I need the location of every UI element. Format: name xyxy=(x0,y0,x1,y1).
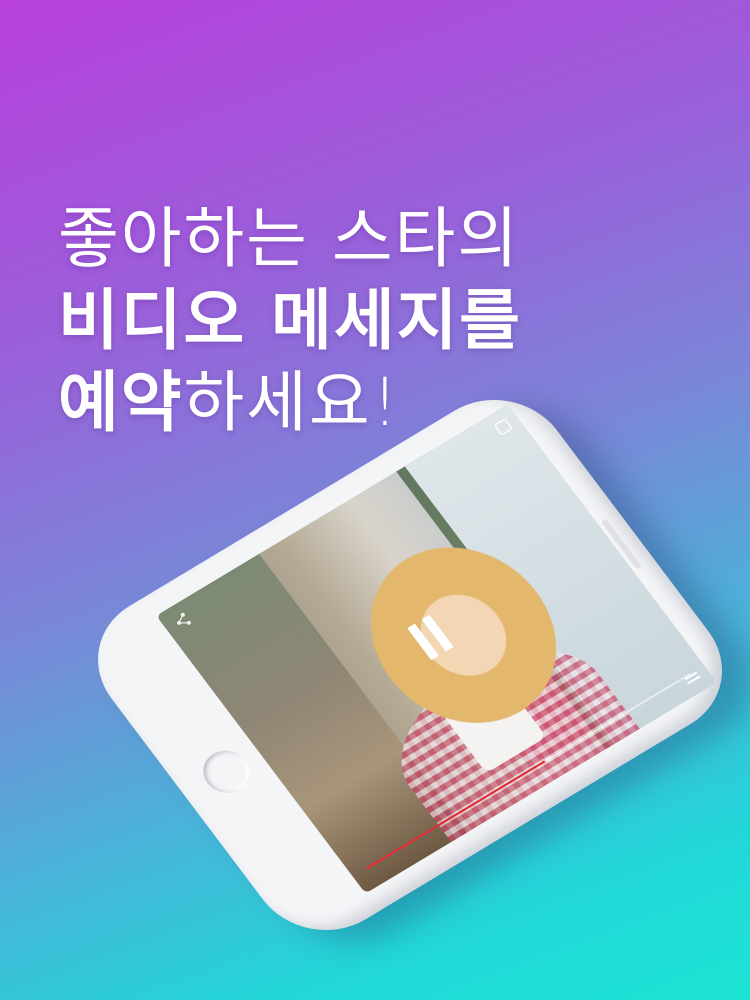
video-player[interactable] xyxy=(156,404,717,894)
headline-line-1: 좋아하는 스타의 xyxy=(58,200,521,277)
phone-mockup xyxy=(69,374,750,956)
home-button xyxy=(194,742,259,801)
headline-emphasis: 예약 xyxy=(58,364,184,441)
headline-suffix: 하세요! xyxy=(183,364,401,441)
headline: 좋아하는 스타의 비디오 메세지를 예약하세요! xyxy=(58,198,522,444)
headline-line-2: 비디오 메세지를 xyxy=(58,282,523,359)
phone-mockup-area xyxy=(0,0,750,1000)
headline-line-3: 예약하세요! xyxy=(58,362,522,444)
